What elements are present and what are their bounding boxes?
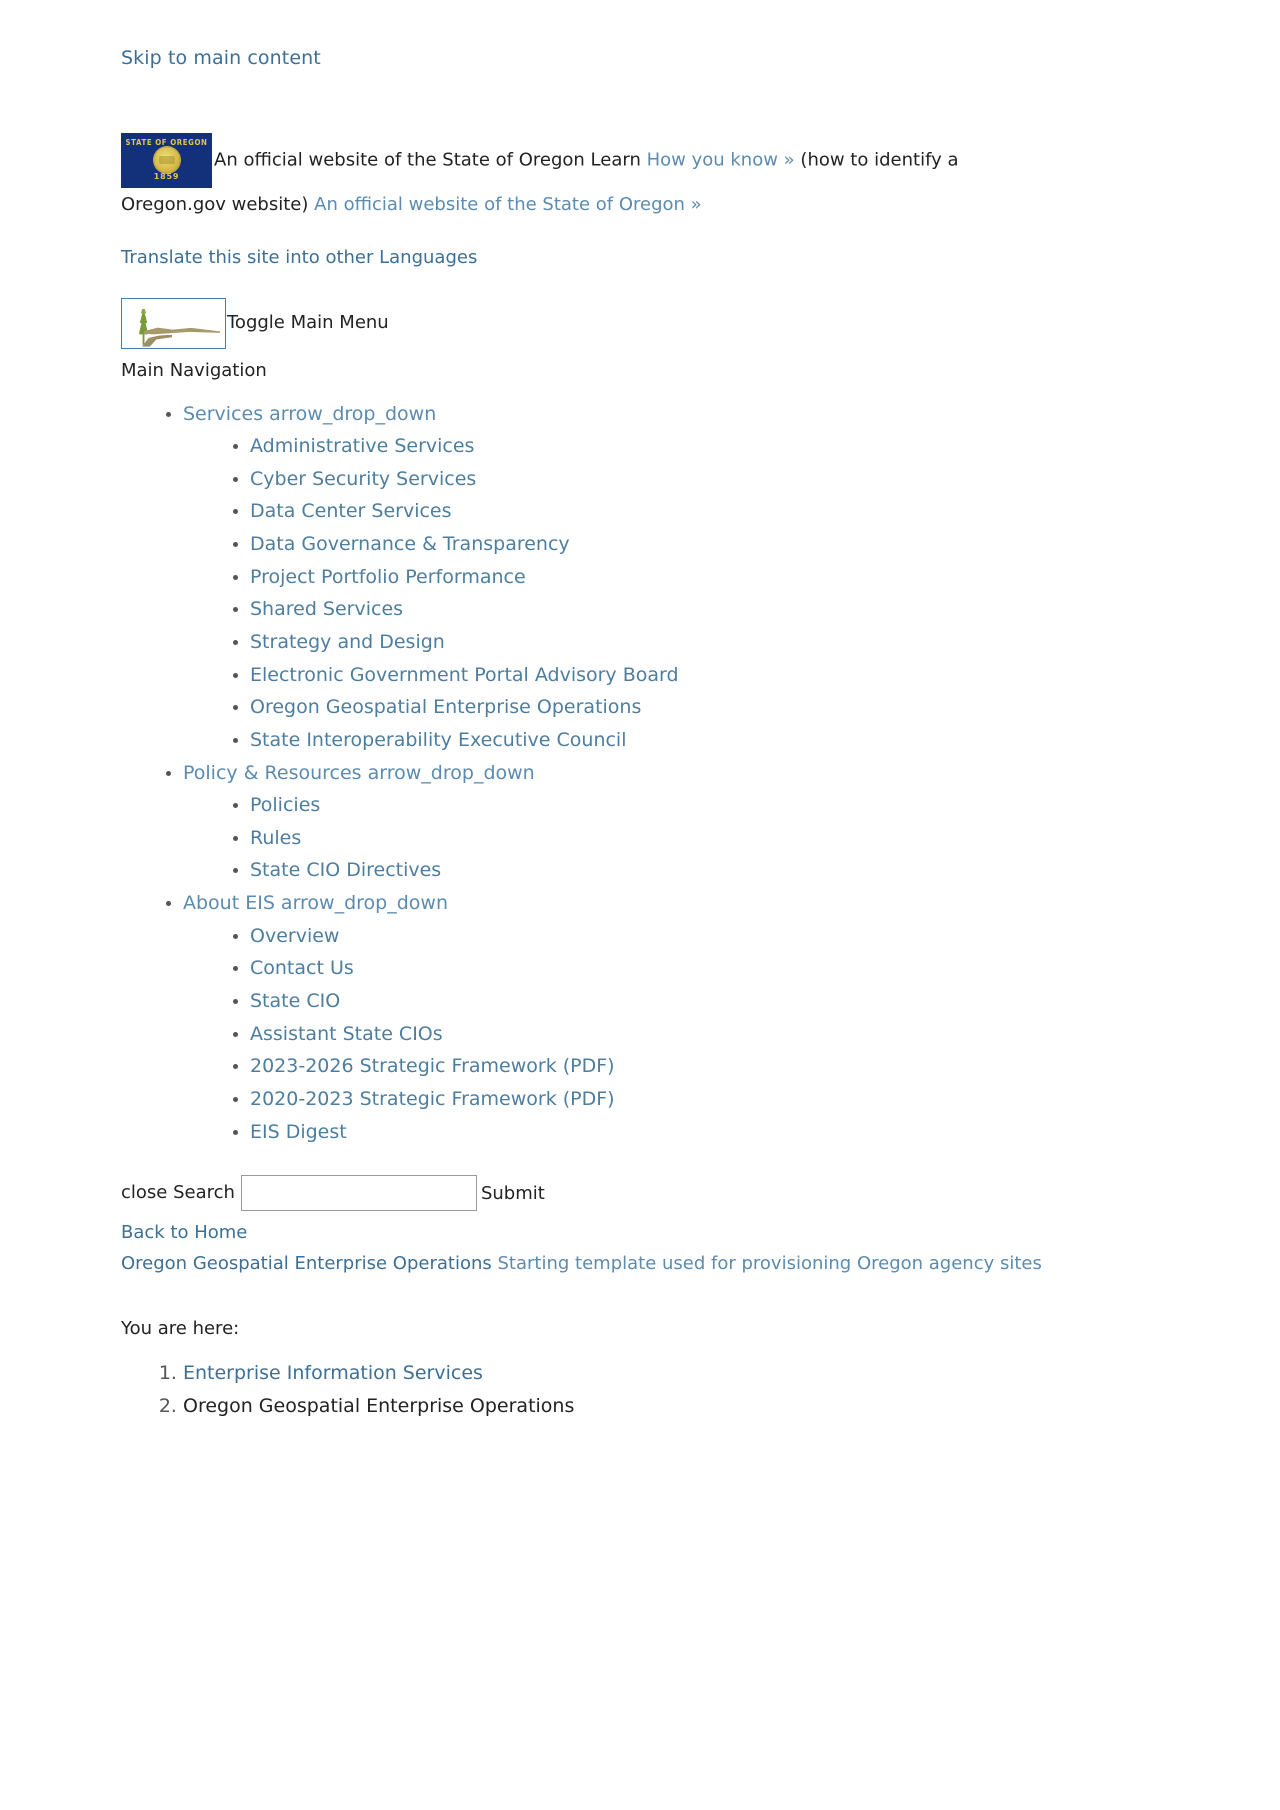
search-input[interactable] <box>240 1175 477 1212</box>
nav-sub-link-administrative-services[interactable]: Administrative Services <box>250 431 474 464</box>
skip-to-main-content-link[interactable]: Skip to main content <box>121 44 1160 73</box>
nav-sub-link-state-interoperability-executive-council[interactable]: State Interoperability Executive Council <box>250 725 627 758</box>
nav-sub-link-data-center-services[interactable]: Data Center Services <box>250 496 452 529</box>
nav-sub-link-2020-2023-strategic-framework[interactable]: 2020-2023 Strategic Framework (PDF) <box>250 1084 615 1117</box>
nav-sublist-about-eis: Overview Contact Us State CIO Assistant … <box>183 921 1160 1149</box>
nav-subitem: Rules <box>250 823 1160 856</box>
nav-sub-link-strategy-and-design[interactable]: Strategy and Design <box>250 627 445 660</box>
breadcrumb-label: Oregon Geospatial Enterprise Operations <box>183 1394 575 1417</box>
breadcrumb-item-enterprise-information-services[interactable]: Enterprise Information Services <box>183 1357 1160 1390</box>
back-to-home-link[interactable]: Back to Home <box>121 1219 1160 1247</box>
close-search-button[interactable]: close Search <box>121 1179 235 1207</box>
nav-sub-link-cyber-security-services[interactable]: Cyber Security Services <box>250 464 476 497</box>
you-are-here-label: You are here: <box>121 1317 240 1339</box>
nav-sub-link-egov-portal-advisory-board[interactable]: Electronic Government Portal Advisory Bo… <box>250 660 679 693</box>
nav-subitem: Oregon Geospatial Enterprise Operations <box>250 692 1160 725</box>
nav-subitem: Overview <box>250 921 1160 954</box>
nav-item-policy-resources: Policy & Resources arrow_drop_down Polic… <box>183 758 1160 889</box>
how-you-know-link[interactable]: How you know » <box>647 150 795 171</box>
nav-sub-link-contact-us[interactable]: Contact Us <box>250 953 354 986</box>
nav-subitem: State CIO <box>250 986 1160 1019</box>
oregon-state-flag-icon: STATE OF OREGON 1859 <box>121 133 212 189</box>
page-root: Skip to main content STATE OF OREGON 185… <box>0 0 1280 1423</box>
nav-subitem: EIS Digest <box>250 1117 1160 1150</box>
nav-sub-link-oregon-geospatial-enterprise-operations[interactable]: Oregon Geospatial Enterprise Operations <box>250 692 641 725</box>
nav-sub-link-assistant-state-cios[interactable]: Assistant State CIOs <box>250 1019 443 1052</box>
nav-subitem: Data Center Services <box>250 496 1160 529</box>
nav-subitem: State CIO Directives <box>250 855 1160 888</box>
official-website-link[interactable]: An official website of the State of Oreg… <box>314 194 702 215</box>
nav-sublist-policy-resources: Policies Rules State CIO Directives <box>183 790 1160 888</box>
search-submit-button[interactable]: Submit <box>481 1183 545 1204</box>
tree-icon <box>138 304 149 345</box>
banner-text-before: An official website of the State of Oreg… <box>214 149 641 171</box>
breadcrumb: Enterprise Information Services Oregon G… <box>121 1357 1160 1424</box>
ridge-secondary-icon <box>142 334 172 347</box>
search-row: close Search Submit <box>121 1175 1160 1212</box>
oregon-eis-logo-icon[interactable] <box>121 297 226 349</box>
nav-subitem: Shared Services <box>250 594 1160 627</box>
breadcrumb-item-current: Oregon Geospatial Enterprise Operations <box>183 1390 1160 1423</box>
toggle-main-menu-button[interactable]: Toggle Main Menu <box>227 311 389 334</box>
nav-sub-link-state-cio-directives[interactable]: State CIO Directives <box>250 855 441 888</box>
official-website-banner: STATE OF OREGON 1859 An official website… <box>121 133 1031 221</box>
translate-site-link[interactable]: Translate this site into other Languages <box>121 247 477 268</box>
nav-subitem: Administrative Services <box>250 431 1160 464</box>
main-navigation-heading: Main Navigation <box>121 359 267 381</box>
nav-subitem: Contact Us <box>250 953 1160 986</box>
nav-sub-link-eis-digest[interactable]: EIS Digest <box>250 1117 347 1150</box>
nav-subitem: Assistant State CIOs <box>250 1019 1160 1052</box>
site-title-link[interactable]: Oregon Geospatial Enterprise Operations <box>121 1253 492 1274</box>
flag-year-text: 1859 <box>153 171 180 181</box>
nav-sub-link-data-governance-transparency[interactable]: Data Governance & Transparency <box>250 529 570 562</box>
nav-top-link-about-eis[interactable]: About EIS arrow_drop_down <box>183 888 448 921</box>
nav-sub-link-rules[interactable]: Rules <box>250 823 301 856</box>
nav-subitem: Cyber Security Services <box>250 464 1160 497</box>
site-tagline-text: Starting template used for provisioning … <box>491 1253 1042 1275</box>
nav-top-link-policy-resources[interactable]: Policy & Resources arrow_drop_down <box>183 758 535 791</box>
nav-sub-link-2023-2026-strategic-framework[interactable]: 2023-2026 Strategic Framework (PDF) <box>250 1051 615 1084</box>
nav-sub-link-shared-services[interactable]: Shared Services <box>250 594 403 627</box>
nav-top-link-services[interactable]: Services arrow_drop_down <box>183 399 436 432</box>
nav-item-services: Services arrow_drop_down Administrative … <box>183 399 1160 758</box>
nav-subitem: 2020-2023 Strategic Framework (PDF) <box>250 1084 1160 1117</box>
main-navigation-list: Services arrow_drop_down Administrative … <box>121 399 1160 1150</box>
nav-sublist-services: Administrative Services Cyber Security S… <box>183 431 1160 757</box>
nav-subitem: Strategy and Design <box>250 627 1160 660</box>
nav-sub-link-overview[interactable]: Overview <box>250 921 339 954</box>
nav-sub-link-project-portfolio-performance[interactable]: Project Portfolio Performance <box>250 562 526 595</box>
nav-subitem: Policies <box>250 790 1160 823</box>
translate-row: Translate this site into other Languages <box>121 244 1160 272</box>
nav-subitem: Electronic Government Portal Advisory Bo… <box>250 660 1160 693</box>
nav-subitem: State Interoperability Executive Council <box>250 725 1160 758</box>
nav-subitem: Data Governance & Transparency <box>250 529 1160 562</box>
breadcrumb-label: Enterprise Information Services <box>183 1361 483 1384</box>
nav-subitem: Project Portfolio Performance <box>250 562 1160 595</box>
site-title-and-tagline: Oregon Geospatial Enterprise Operations … <box>121 1249 1051 1279</box>
logo-and-toggle-row: Toggle Main Menu <box>121 297 1160 349</box>
nav-subitem: 2023-2026 Strategic Framework (PDF) <box>250 1051 1160 1084</box>
nav-sub-link-policies[interactable]: Policies <box>250 790 320 823</box>
nav-sub-link-state-cio[interactable]: State CIO <box>250 986 340 1019</box>
ridge-icon <box>144 327 220 335</box>
nav-item-about-eis: About EIS arrow_drop_down Overview Conta… <box>183 888 1160 1149</box>
